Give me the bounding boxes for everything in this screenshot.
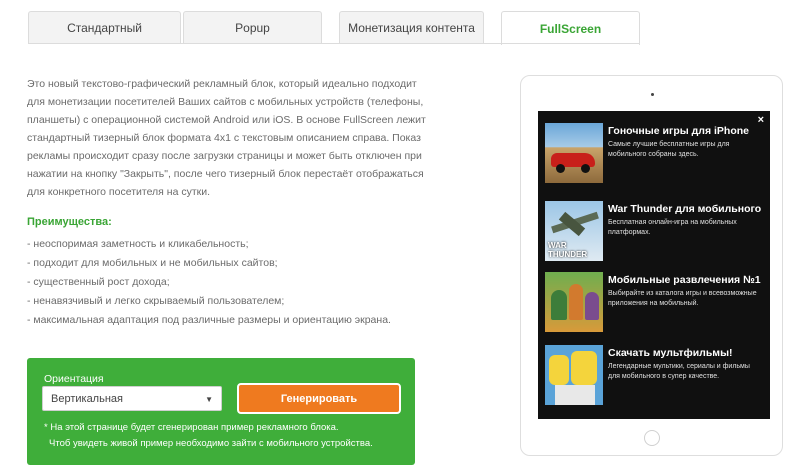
- ad-title: War Thunder для мобильного: [608, 203, 762, 215]
- ad-text: Бесплатная онлайн-игра на мобильных плат…: [608, 219, 737, 236]
- ad-teaser[interactable]: Мобильные развлечения №1 Выбирайте из ка…: [545, 272, 767, 332]
- racing-car-thumbnail: [545, 123, 603, 183]
- warplane-thumbnail: WAR THUNDER: [545, 201, 603, 261]
- generate-button[interactable]: Генерировать: [237, 383, 401, 414]
- list-item: - подходит для мобильных и не мобильных …: [27, 257, 278, 269]
- tablet-screen: × Гоночные игры для iPhone Самые лучшие …: [538, 111, 770, 419]
- chevron-down-icon: ▼: [205, 395, 213, 404]
- home-button: [644, 430, 660, 446]
- generator-panel: Ориентация Вертикальная ▼ Генерировать *…: [27, 358, 415, 465]
- tab-content-monetization[interactable]: Монетизация контента: [339, 11, 484, 44]
- ad-title: Гоночные игры для iPhone: [608, 125, 750, 137]
- tab-fullscreen[interactable]: FullScreen: [501, 11, 640, 45]
- advantages-list: - неоспоримая заметность и кликабельност…: [27, 235, 391, 330]
- panel-note: * На этой странице будет сгенерирован пр…: [44, 422, 339, 433]
- tab-standard[interactable]: Стандартный: [28, 11, 181, 44]
- ad-text: Легендарные мультики, сериалы и фильмы д…: [608, 363, 750, 380]
- orientation-value: Вертикальная: [51, 392, 123, 405]
- tab-bar: Стандартный Popup Монетизация контента F…: [0, 0, 800, 45]
- ad-text: Выбирайте из каталога игры и всевозможны…: [608, 290, 757, 307]
- war-thunder-logo: WAR THUNDER: [548, 241, 588, 259]
- list-item: - существенный рост дохода;: [27, 276, 170, 288]
- list-item: - неоспоримая заметность и кликабельност…: [27, 238, 249, 250]
- ad-title: Мобильные развлечения №1: [608, 274, 761, 286]
- ad-teaser[interactable]: Гоночные игры для iPhone Самые лучшие бе…: [545, 123, 767, 183]
- camera-icon: [651, 93, 654, 96]
- description-text: Это новый текстово-графический рекламный…: [27, 78, 426, 198]
- ad-text: Самые лучшие бесплатные игры для мобильн…: [608, 141, 730, 158]
- orientation-label: Ориентация: [44, 373, 104, 385]
- tab-popup[interactable]: Popup: [183, 11, 322, 44]
- cartoon-family-thumbnail: [545, 345, 603, 405]
- tab-divider: [28, 43, 640, 44]
- orientation-select[interactable]: Вертикальная ▼: [42, 386, 222, 411]
- ad-title: Скачать мультфильмы!: [608, 347, 733, 359]
- ad-teaser[interactable]: Скачать мультфильмы! Легендарные мультик…: [545, 345, 767, 405]
- list-item: - максимальная адаптация под различные р…: [27, 314, 391, 326]
- panel-note: Чтоб увидеть живой пример необходимо зай…: [49, 438, 373, 449]
- list-item: - ненавязчивый и легко скрываемый пользо…: [27, 295, 285, 307]
- tablet-preview: × Гоночные игры для iPhone Самые лучшие …: [520, 75, 783, 456]
- cartoon-characters-thumbnail: [545, 272, 603, 332]
- ad-teaser[interactable]: WAR THUNDER War Thunder для мобильного Б…: [545, 201, 767, 261]
- advantages-title: Преимущества:: [27, 216, 112, 228]
